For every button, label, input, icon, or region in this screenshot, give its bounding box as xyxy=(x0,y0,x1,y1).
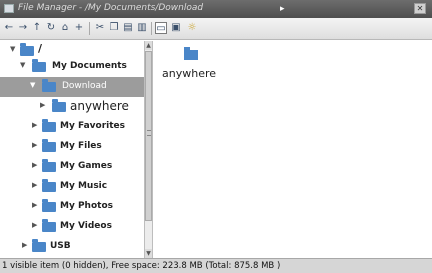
tree-node-label: USB xyxy=(50,241,71,251)
tree-node-label: My Videos xyxy=(60,221,112,231)
folder-icon xyxy=(32,239,46,252)
expand-arrow-icon[interactable]: ▼ xyxy=(20,61,25,69)
expand-arrow-icon[interactable]: ▶ xyxy=(32,121,37,129)
tree-node-my-music[interactable]: ▶ My Music xyxy=(0,177,144,197)
toolbar-separator xyxy=(89,22,90,35)
scrollbar-thumb[interactable] xyxy=(145,51,152,221)
tree-scrollbar[interactable]: ▲ ▼ xyxy=(144,41,153,258)
folder-icon xyxy=(42,179,56,192)
folder-window-icon xyxy=(4,4,14,13)
tree-node-label: My Photos xyxy=(60,201,113,211)
file-list: anywhere xyxy=(154,41,432,258)
tree-node-my-videos[interactable]: ▶ My Videos xyxy=(0,217,144,237)
expand-arrow-icon[interactable]: ▶ xyxy=(32,161,37,169)
grip-icon xyxy=(147,130,151,136)
mouse-cursor-icon: ▸ xyxy=(280,4,285,14)
folder-tree: ▼ / ▼ My Documents ▼ Download ▶ anywhere… xyxy=(0,41,144,258)
folder-icon xyxy=(52,99,66,112)
back-button[interactable]: ← xyxy=(3,22,15,34)
file-item-label: anywhere xyxy=(162,67,217,80)
expand-arrow-icon[interactable]: ▶ xyxy=(32,201,37,209)
tree-node-label: My Games xyxy=(60,161,113,171)
tree-node-label: My Favorites xyxy=(60,121,125,131)
delete-button[interactable]: ▥ xyxy=(136,22,148,34)
forward-button[interactable]: → xyxy=(17,22,29,34)
copy-button[interactable]: ❐ xyxy=(108,22,120,34)
hint-button[interactable]: ☼ xyxy=(186,22,198,34)
tree-node-label: / xyxy=(38,42,43,55)
expand-arrow-icon[interactable]: ▼ xyxy=(30,81,35,89)
expand-arrow-icon[interactable]: ▶ xyxy=(32,141,37,149)
scroll-down-icon[interactable]: ▼ xyxy=(145,249,152,258)
tree-node-label: My Music xyxy=(60,181,108,191)
tree-node-download[interactable]: ▼ Download xyxy=(0,77,144,97)
folder-icon xyxy=(42,139,56,152)
cut-button[interactable]: ✂ xyxy=(94,22,106,34)
home-button[interactable]: ⌂ xyxy=(59,22,71,34)
tree-node-label: Download xyxy=(62,81,107,91)
tree-node-my-favorites[interactable]: ▶ My Favorites xyxy=(0,117,144,137)
expand-arrow-icon[interactable]: ▼ xyxy=(10,45,15,53)
view-list-button[interactable]: ▣ xyxy=(170,22,182,34)
expand-arrow-icon[interactable]: ▶ xyxy=(22,241,27,249)
expand-arrow-icon[interactable]: ▶ xyxy=(32,221,37,229)
view-mode-button[interactable]: ▭ xyxy=(155,22,167,34)
new-folder-button[interactable]: + xyxy=(73,22,85,34)
scroll-up-icon[interactable]: ▲ xyxy=(145,41,152,50)
title-bar: File Manager - /My Documents/Download ▸ … xyxy=(0,0,432,18)
folder-icon xyxy=(42,159,56,172)
folder-icon xyxy=(42,199,56,212)
tree-node-anywhere[interactable]: ▶ anywhere xyxy=(0,97,144,117)
refresh-button[interactable]: ↻ xyxy=(45,22,57,34)
window-title: File Manager - /My Documents/Download xyxy=(18,3,204,13)
toolbar: ← → ↑ ↻ ⌂ + ✂ ❐ ▤ ▥ ▭ ▣ ☼ xyxy=(0,18,432,40)
tree-node-my-games[interactable]: ▶ My Games xyxy=(0,157,144,177)
folder-icon xyxy=(42,219,56,232)
folder-icon xyxy=(42,119,56,132)
expand-arrow-icon[interactable]: ▶ xyxy=(40,101,45,109)
tree-node-label: anywhere xyxy=(70,99,129,113)
tree-node-label: My Files xyxy=(60,141,102,151)
tree-node-label: My Documents xyxy=(52,61,127,71)
expand-arrow-icon[interactable]: ▶ xyxy=(32,181,37,189)
tree-node-my-documents[interactable]: ▼ My Documents xyxy=(0,57,144,77)
close-button[interactable]: ✕ xyxy=(414,3,426,14)
tree-node-my-files[interactable]: ▶ My Files xyxy=(0,137,144,157)
toolbar-separator xyxy=(151,22,152,35)
folder-icon xyxy=(32,59,46,72)
folder-icon xyxy=(42,79,56,92)
tree-node-my-photos[interactable]: ▶ My Photos xyxy=(0,197,144,217)
file-item-anywhere[interactable]: anywhere xyxy=(162,47,222,87)
status-bar: 1 visible item (0 hidden), Free space: 2… xyxy=(0,258,432,273)
folder-icon xyxy=(20,43,34,56)
tree-node-usb[interactable]: ▶ USB xyxy=(0,237,144,257)
up-button[interactable]: ↑ xyxy=(31,22,43,34)
folder-icon xyxy=(184,47,198,60)
paste-button[interactable]: ▤ xyxy=(122,22,134,34)
